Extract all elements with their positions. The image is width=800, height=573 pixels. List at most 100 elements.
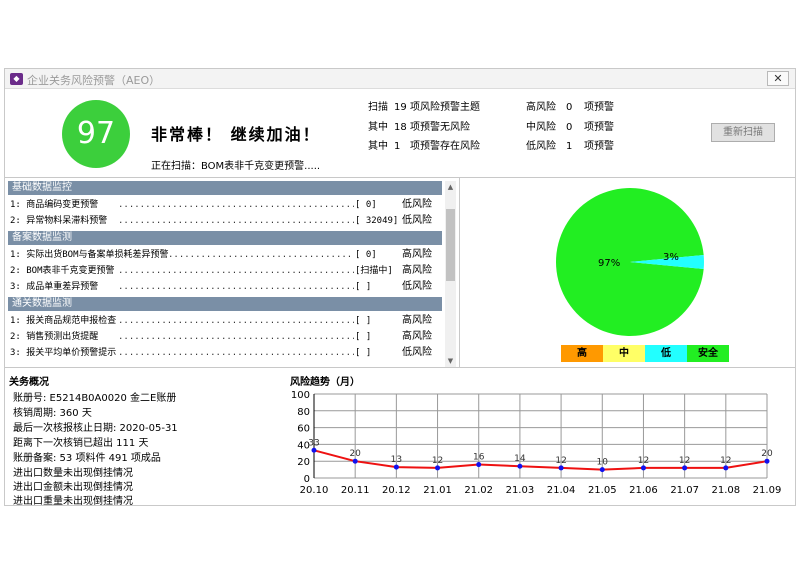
summary-count: 1: [394, 141, 401, 152]
item-value: [ ]: [355, 282, 372, 292]
item-name: 3: 成品单重差异预警: [10, 282, 99, 292]
item-value: [ ]: [355, 332, 372, 342]
data-point: [682, 465, 688, 471]
list-item[interactable]: 2: 异常物料呆滞料预警 ...........................…: [8, 213, 442, 229]
x-tick-label: 20.11: [341, 485, 370, 496]
info-line: 最后一次核报核止日期: 2020-05-31: [13, 423, 178, 434]
summary-unit: 项预警: [584, 102, 614, 113]
item-value: [ 32049]: [355, 216, 399, 226]
list-item[interactable]: 2: BOM表非千克变更预警 .........................…: [8, 263, 442, 279]
list-scrollbar[interactable]: ▲ ▼: [445, 181, 456, 367]
summary-text: 项预警无风险: [410, 122, 470, 133]
data-label: 20: [761, 449, 773, 459]
summary-label: 扫描: [368, 102, 388, 113]
item-value: [ ]: [355, 348, 372, 358]
item-level: 低风险: [402, 347, 432, 358]
data-point: [558, 465, 564, 471]
info-line: 核销周期: 360 天: [13, 408, 92, 419]
scan-status: 正在扫描：BOM表非千克变更预警.....: [151, 161, 321, 172]
section-header-record[interactable]: 备案数据监测: [8, 231, 442, 245]
title-bar: ◆ 企业关务风险预警（AEO） ✕: [5, 69, 795, 89]
item-level: 高风险: [402, 315, 432, 326]
item-name: 2: 异常物料呆滞料预警: [10, 216, 108, 226]
data-point: [393, 464, 399, 470]
data-point: [352, 458, 358, 464]
y-tick-label: 60: [297, 424, 310, 435]
legend-high: 高: [561, 345, 603, 362]
item-name: 2: 销售预测出货提醒: [10, 332, 99, 342]
leader-dots: ........................................…: [168, 250, 354, 260]
section-header-customs[interactable]: 通关数据监测: [8, 297, 442, 311]
data-point: [517, 463, 523, 469]
data-label: 12: [555, 456, 566, 466]
item-name: 2: BOM表非千克变更预警: [10, 266, 115, 276]
summary-unit: 项预警: [584, 122, 614, 133]
item-value: [ ]: [355, 316, 372, 326]
list-item[interactable]: 3: 报关平均单价预警提示 ..........................…: [8, 345, 442, 361]
close-button[interactable]: ✕: [767, 71, 789, 86]
section-header-basic[interactable]: 基础数据监控: [8, 181, 442, 195]
leader-dots: ........................................…: [118, 316, 354, 326]
data-point: [764, 458, 770, 464]
summary-level-count: 1: [566, 141, 573, 152]
item-name: 3: 报关平均单价预警提示: [10, 348, 117, 358]
scroll-thumb[interactable]: [446, 209, 455, 281]
x-tick-label: 21.06: [629, 485, 658, 496]
info-line: 进出口重量未出现倒挂情况: [13, 496, 133, 507]
item-name: 1: 报关商品规范申报检查: [10, 316, 117, 326]
item-value: [扫描中]: [355, 266, 393, 276]
summary-level-count: 0: [566, 102, 573, 113]
summary-text: 项预警存在风险: [410, 141, 480, 152]
data-point: [723, 465, 729, 471]
summary-level: 低风险: [526, 141, 556, 152]
risk-pie-chart: 97% 3%: [556, 188, 704, 336]
leader-dots: ........................................…: [118, 200, 354, 210]
praise-text: 非常棒！ 继续加油！: [151, 125, 321, 144]
y-tick-label: 20: [297, 457, 310, 468]
leader-dots: ........................................…: [118, 348, 354, 358]
summary-row-1: 扫描 19 项风险预警主题 高风险 0 项预警: [368, 98, 614, 113]
x-tick-label: 21.03: [506, 485, 535, 496]
info-line: 进出口金额未出现倒挂情况: [13, 482, 133, 493]
legend-safe: 安全: [687, 345, 729, 362]
info-line: 账册号: E5214B0A0020 金二E账册: [13, 393, 177, 404]
scroll-up-icon[interactable]: ▲: [445, 181, 456, 193]
x-tick-label: 21.09: [753, 485, 782, 496]
risk-list: 基础数据监控 1: 商品编码变更预警 .....................…: [8, 181, 456, 367]
info-line: 账册备案: 53 项料件 491 项成品: [13, 453, 161, 464]
item-level: 低风险: [402, 281, 432, 292]
data-point: [476, 462, 482, 468]
divider: [459, 177, 460, 367]
trend-chart-title: 风险趋势（月）: [290, 377, 360, 388]
leader-dots: ........................................…: [118, 266, 354, 276]
list-item[interactable]: 1: 实际出货BOM与备案单损耗差异预警 ...................…: [8, 247, 442, 263]
list-item[interactable]: 2: 销售预测出货提醒 ............................…: [8, 329, 442, 345]
summary-count: 18: [394, 122, 407, 133]
window-title: 企业关务风险预警（AEO）: [27, 74, 161, 87]
trend-line-chart: 02040608010020.10 20.11 20.12 21.01 21.02 21.…: [291, 390, 782, 496]
series-line: [313, 449, 768, 471]
list-item[interactable]: 1: 报关商品规范申报检查 ..........................…: [8, 313, 442, 329]
data-point: [435, 465, 441, 471]
info-line: 进出口数量未出现倒挂情况: [13, 468, 133, 479]
info-line: 距离下一次核销已超出 111 天: [13, 438, 149, 449]
x-tick-label: 21.04: [547, 485, 576, 496]
list-item[interactable]: 3: 成品单重差异预警 ............................…: [8, 279, 442, 295]
summary-text: 项风险预警主题: [410, 102, 480, 113]
item-name: 1: 商品编码变更预警: [10, 200, 99, 210]
score-badge: 97: [62, 100, 130, 168]
rescan-button[interactable]: 重新扫描: [711, 123, 775, 142]
data-point: [311, 447, 317, 453]
y-tick-label: 0: [304, 474, 310, 485]
list-item[interactable]: 1: 商品编码变更预警 ............................…: [8, 197, 442, 213]
item-level: 高风险: [402, 265, 432, 276]
summary-label: 其中: [368, 122, 388, 133]
data-point: [599, 467, 605, 473]
scroll-down-icon[interactable]: ▼: [445, 355, 456, 367]
item-level: 低风险: [402, 199, 432, 210]
app-logo-icon: ◆: [10, 73, 23, 85]
x-tick-label: 21.01: [423, 485, 452, 496]
item-value: [ 0]: [355, 250, 377, 260]
summary-level: 中风险: [526, 122, 556, 133]
summary-label: 其中: [368, 141, 388, 152]
